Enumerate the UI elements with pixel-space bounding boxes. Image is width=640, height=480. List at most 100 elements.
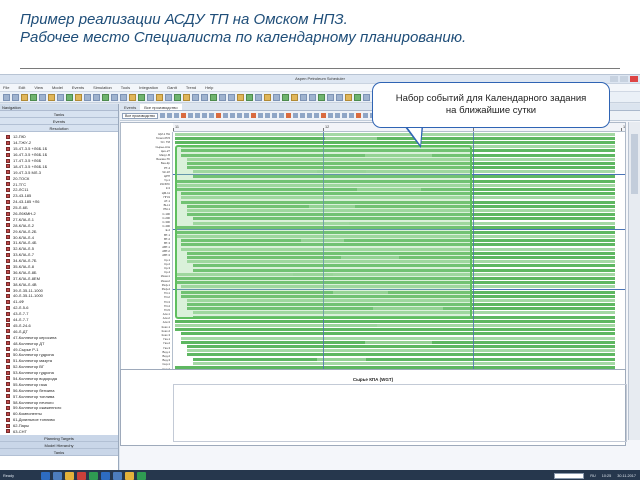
document-icon[interactable] <box>100 471 110 480</box>
gantt-tool-icon[interactable] <box>321 113 326 118</box>
close-button[interactable] <box>630 76 638 82</box>
minimize-button[interactable] <box>610 76 618 82</box>
toolbar-icon[interactable] <box>291 94 298 101</box>
toolbar-icon[interactable] <box>57 94 64 101</box>
gantt-tool-icon[interactable] <box>258 113 263 118</box>
menu-item[interactable]: Simulation <box>93 85 112 90</box>
gantt-bar[interactable] <box>181 332 615 336</box>
toolbar-icon[interactable] <box>129 94 136 101</box>
toolbar-icon[interactable] <box>309 94 316 101</box>
menu-item[interactable]: Edit <box>18 85 25 90</box>
gantt-tool-icon[interactable] <box>244 113 249 118</box>
scheduler-icon[interactable] <box>112 471 122 480</box>
toolbar-icon[interactable] <box>39 94 46 101</box>
gantt-tool-icon[interactable] <box>216 113 221 118</box>
menu-item[interactable]: Integration <box>139 85 158 90</box>
workspace-tab[interactable]: Events <box>120 104 140 110</box>
gantt-bar[interactable] <box>187 349 615 353</box>
toolbar-icon[interactable] <box>345 94 352 101</box>
gantt-tool-icon[interactable] <box>272 113 277 118</box>
gantt-bar[interactable] <box>193 361 615 365</box>
notes-icon[interactable] <box>124 471 134 480</box>
toolbar-icon[interactable] <box>282 94 289 101</box>
gantt-tool-icon[interactable] <box>335 113 340 118</box>
scrollbar-thumb[interactable] <box>631 134 638 194</box>
gantt-bar[interactable] <box>325 324 377 328</box>
toolbar-icon[interactable] <box>210 94 217 101</box>
menu-item[interactable]: Help <box>205 85 213 90</box>
start-icon[interactable] <box>40 471 50 480</box>
gantt-tool-icon[interactable] <box>160 113 165 118</box>
spreadsheet-icon[interactable] <box>88 471 98 480</box>
gantt-bar[interactable] <box>317 357 366 361</box>
gantt-tool-icon[interactable] <box>223 113 228 118</box>
gantt-tool-icon[interactable] <box>293 113 298 118</box>
status-field[interactable] <box>554 472 585 479</box>
toolbar-icon[interactable] <box>12 94 19 101</box>
gantt-tool-icon[interactable] <box>237 113 242 118</box>
nav-list-item[interactable]: 64-Коллектор сырья <box>0 434 118 436</box>
menu-item[interactable]: Model <box>52 85 63 90</box>
workspace-tab[interactable]: Все производство <box>140 104 182 110</box>
nav-section-header[interactable]: Tanks <box>0 449 118 456</box>
presentation-icon[interactable] <box>76 471 86 480</box>
gantt-tool-icon[interactable] <box>328 113 333 118</box>
nav-section-header[interactable]: Planning Targets <box>0 435 118 442</box>
toolbar-icon[interactable] <box>93 94 100 101</box>
toolbar-icon[interactable] <box>363 94 370 101</box>
gantt-tool-icon[interactable] <box>363 113 368 118</box>
toolbar-icon[interactable] <box>228 94 235 101</box>
menu-item[interactable]: Trend <box>186 85 196 90</box>
gantt-bar[interactable] <box>181 336 615 340</box>
toolbar-icon[interactable] <box>192 94 199 101</box>
gantt-tool-icon[interactable] <box>188 113 193 118</box>
toolbar-icon[interactable] <box>327 94 334 101</box>
toolbar-icon[interactable] <box>30 94 37 101</box>
menu-item[interactable]: Events <box>72 85 84 90</box>
gantt-bar[interactable] <box>175 140 615 144</box>
nav-section-header[interactable]: Model Hierarchy <box>0 442 118 449</box>
gantt-bar[interactable] <box>175 328 615 332</box>
gantt-tool-icon[interactable] <box>167 113 172 118</box>
gantt-bar[interactable] <box>175 132 615 136</box>
maximize-button[interactable] <box>620 76 628 82</box>
gantt-bar[interactable] <box>365 340 432 344</box>
gantt-scrollbar[interactable] <box>628 122 640 440</box>
menu-item[interactable]: Tools <box>121 85 130 90</box>
gantt-bar[interactable] <box>187 344 615 348</box>
toolbar-icon[interactable] <box>120 94 127 101</box>
toolbar-icon[interactable] <box>219 94 226 101</box>
gantt-tool-icon[interactable] <box>195 113 200 118</box>
gantt-tool-icon[interactable] <box>356 113 361 118</box>
toolbar-icon[interactable] <box>21 94 28 101</box>
toolbar-icon[interactable] <box>264 94 271 101</box>
explorer-icon[interactable] <box>52 471 62 480</box>
toolbar-icon[interactable] <box>354 94 361 101</box>
production-filter-select[interactable]: Все производство <box>122 112 158 119</box>
toolbar-icon[interactable] <box>255 94 262 101</box>
gantt-tool-icon[interactable] <box>181 113 186 118</box>
toolbar-icon[interactable] <box>3 94 10 101</box>
toolbar-icon[interactable] <box>165 94 172 101</box>
toolbar-icon[interactable] <box>318 94 325 101</box>
gantt-bar[interactable] <box>175 319 615 323</box>
toolbar-icon[interactable] <box>66 94 73 101</box>
gantt-tool-icon[interactable] <box>202 113 207 118</box>
gantt-bar[interactable] <box>325 136 377 140</box>
gantt-bar[interactable] <box>175 324 615 328</box>
menu-item[interactable]: File <box>3 85 9 90</box>
gantt-tool-icon[interactable] <box>174 113 179 118</box>
gantt-tool-icon[interactable] <box>286 113 291 118</box>
nav-section-header[interactable]: Tanks <box>0 111 118 118</box>
browser-icon[interactable] <box>136 471 146 480</box>
gantt-bar[interactable] <box>175 136 615 140</box>
toolbar-icon[interactable] <box>138 94 145 101</box>
toolbar-icon[interactable] <box>237 94 244 101</box>
toolbar-icon[interactable] <box>84 94 91 101</box>
gantt-tool-icon[interactable] <box>265 113 270 118</box>
language-indicator[interactable]: RU <box>590 474 595 478</box>
gantt-tool-icon[interactable] <box>314 113 319 118</box>
toolbar-icon[interactable] <box>300 94 307 101</box>
toolbar-icon[interactable] <box>201 94 208 101</box>
gantt-tool-icon[interactable] <box>209 113 214 118</box>
